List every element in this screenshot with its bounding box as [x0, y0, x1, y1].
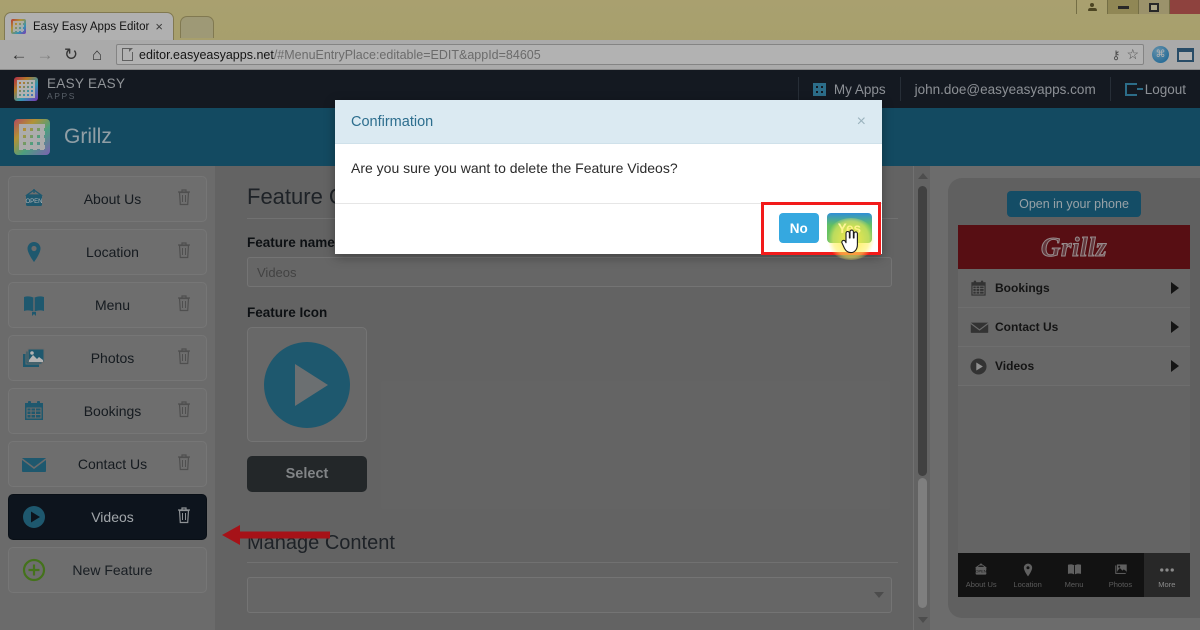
screenshot-root: Easy Easy Apps Editor × ← → ↻ ⌂ editor.e…: [0, 0, 1200, 630]
no-button[interactable]: No: [779, 213, 819, 243]
dialog-header: Confirmation ×: [335, 100, 882, 144]
modal-backdrop[interactable]: [0, 0, 1200, 630]
confirmation-dialog: Confirmation × Are you sure you want to …: [335, 100, 882, 254]
yes-button[interactable]: Yes: [827, 213, 872, 243]
dialog-buttons: No Yes: [779, 213, 872, 243]
dialog-footer: No Yes: [335, 203, 882, 253]
close-icon[interactable]: ×: [857, 113, 866, 131]
dialog-title: Confirmation: [351, 114, 857, 130]
dialog-message: Are you sure you want to delete the Feat…: [335, 144, 882, 203]
